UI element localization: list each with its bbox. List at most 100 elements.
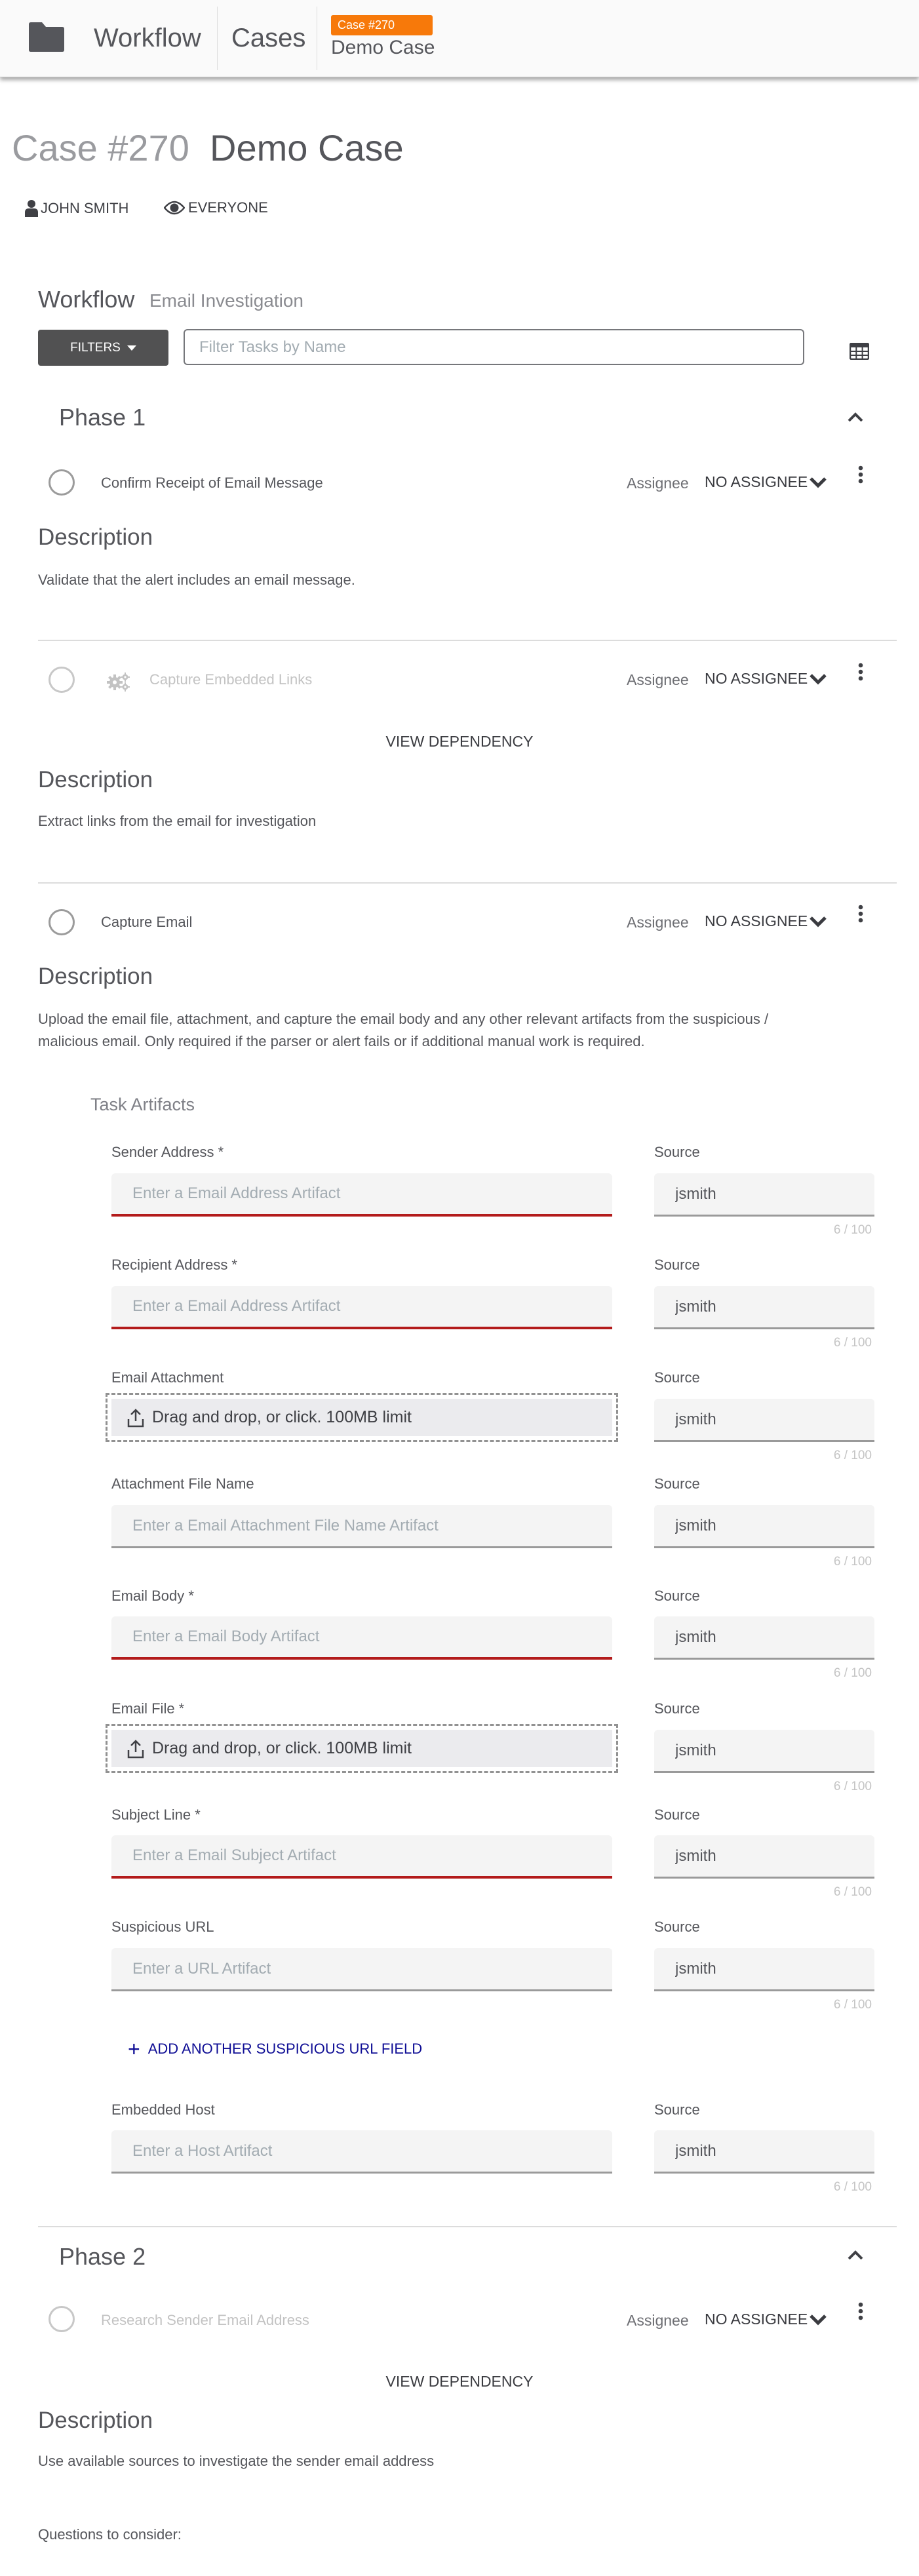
source-input[interactable] xyxy=(654,1616,874,1660)
source-label: Source xyxy=(654,1369,700,1386)
task-name[interactable]: Confirm Receipt of Email Message xyxy=(101,475,323,492)
suspicious-url-label: Suspicious URL xyxy=(111,1919,214,1935)
task-name[interactable]: Research Sender Email Address xyxy=(101,2312,309,2329)
top-navigation-bar: Workflow Cases Case #270 Demo Case xyxy=(0,0,919,77)
upload-icon xyxy=(127,1408,144,1427)
task-description: Extract links from the email for investi… xyxy=(38,813,317,829)
nav-cases-link[interactable]: Cases xyxy=(231,24,305,53)
add-suspicious-url-button[interactable]: + ADD ANOTHER SUSPICIOUS URL FIELD xyxy=(128,2039,422,2059)
source-input[interactable] xyxy=(654,1835,874,1879)
sender-address-label: Sender Address * xyxy=(111,1144,224,1160)
attachment-file-name-label: Attachment File Name xyxy=(111,1475,254,1492)
workflow-name: Email Investigation xyxy=(149,290,304,311)
assignee-value: NO ASSIGNEE xyxy=(705,670,808,687)
suspicious-url-input[interactable] xyxy=(111,1948,612,1991)
task-name[interactable]: Capture Embedded Links xyxy=(149,671,312,688)
case-owner[interactable]: JOHN SMITH xyxy=(25,199,128,218)
assignee-value: NO ASSIGNEE xyxy=(705,912,808,929)
recipient-address-label: Recipient Address * xyxy=(111,1257,237,1273)
phase-divider xyxy=(38,2226,897,2227)
source-input[interactable] xyxy=(654,1948,874,1991)
upload-icon xyxy=(127,1739,144,1758)
view-dependency-label: VIEW DEPENDENCY xyxy=(385,2373,534,2390)
source-input[interactable] xyxy=(654,1399,874,1442)
source-label: Source xyxy=(654,1806,700,1823)
case-number-badge: Case #270 xyxy=(331,15,433,35)
filter-tasks-input[interactable] xyxy=(184,329,804,365)
filters-label: FILTERS xyxy=(70,340,121,355)
eye-icon xyxy=(164,201,185,215)
assignee-label: Assignee xyxy=(627,914,689,931)
more-options-icon[interactable] xyxy=(857,905,864,923)
char-counter: 6 / 100 xyxy=(833,1885,872,1899)
char-counter: 6 / 100 xyxy=(833,1449,872,1462)
char-counter: 6 / 100 xyxy=(833,1780,872,1793)
view-dependency-button[interactable]: VIEW DEPENDENCY xyxy=(0,2373,919,2391)
source-label: Source xyxy=(654,1700,700,1717)
dropzone-text: Drag and drop, or click. 100MB limit xyxy=(152,1739,412,1757)
email-attachment-label: Email Attachment xyxy=(111,1369,224,1386)
embedded-host-input[interactable] xyxy=(111,2130,612,2174)
task-complete-radio[interactable] xyxy=(49,909,75,935)
source-input[interactable] xyxy=(654,1505,874,1548)
subject-line-input[interactable] xyxy=(111,1835,612,1879)
source-input[interactable] xyxy=(654,1730,874,1773)
gears-icon xyxy=(107,673,130,692)
task-description: Validate that the alert includes an emai… xyxy=(38,572,355,588)
phase-2-title: Phase 2 xyxy=(59,2243,146,2270)
phase-1-title: Phase 1 xyxy=(59,404,146,431)
assignee-dropdown[interactable]: NO ASSIGNEE xyxy=(705,2311,827,2328)
source-label: Source xyxy=(654,1144,700,1160)
user-icon xyxy=(25,200,38,217)
task-name[interactable]: Capture Email xyxy=(101,914,192,931)
chevron-up-icon[interactable] xyxy=(848,2250,863,2260)
char-counter: 6 / 100 xyxy=(833,1666,872,1680)
source-label: Source xyxy=(654,2101,700,2118)
sender-address-input[interactable] xyxy=(111,1173,612,1217)
assignee-dropdown[interactable]: NO ASSIGNEE xyxy=(705,473,827,491)
nav-workflow-link[interactable]: Workflow xyxy=(94,24,201,53)
filters-button[interactable]: FILTERS xyxy=(38,330,168,366)
case-number-title: Case #270 xyxy=(12,127,189,168)
case-visibility-label: EVERYONE xyxy=(188,199,268,216)
task-complete-radio[interactable] xyxy=(49,667,75,693)
table-grid-icon[interactable] xyxy=(850,343,869,360)
view-dependency-label: VIEW DEPENDENCY xyxy=(385,733,534,750)
view-dependency-button[interactable]: VIEW DEPENDENCY xyxy=(0,733,919,751)
add-suspicious-url-label: ADD ANOTHER SUSPICIOUS URL FIELD xyxy=(147,2040,423,2057)
source-label: Source xyxy=(654,1588,700,1604)
description-heading: Description xyxy=(38,2408,153,2433)
recipient-address-input[interactable] xyxy=(111,1286,612,1329)
case-name-title: Demo Case xyxy=(210,127,404,168)
char-counter: 6 / 100 xyxy=(833,1223,872,1237)
task-complete-radio[interactable] xyxy=(49,2306,75,2332)
email-body-label: Email Body * xyxy=(111,1588,194,1604)
more-options-icon[interactable] xyxy=(857,2302,864,2320)
more-options-icon[interactable] xyxy=(857,465,864,484)
assignee-value: NO ASSIGNEE xyxy=(705,473,808,490)
assignee-dropdown[interactable]: NO ASSIGNEE xyxy=(705,912,827,930)
chevron-up-icon[interactable] xyxy=(848,412,863,422)
folder-icon[interactable] xyxy=(29,22,64,52)
chevron-down-icon xyxy=(810,673,827,685)
case-visibility[interactable]: EVERYONE xyxy=(164,199,268,216)
description-heading: Description xyxy=(38,767,153,792)
source-input[interactable] xyxy=(654,1286,874,1329)
assignee-label: Assignee xyxy=(627,671,689,688)
more-options-icon[interactable] xyxy=(857,663,864,681)
case-owner-name: JOHN SMITH xyxy=(41,200,129,216)
assignee-dropdown[interactable]: NO ASSIGNEE xyxy=(705,670,827,688)
char-counter: 6 / 100 xyxy=(833,2180,872,2194)
email-body-input[interactable] xyxy=(111,1616,612,1660)
email-attachment-dropzone[interactable]: Drag and drop, or click. 100MB limit xyxy=(106,1393,618,1442)
attachment-file-name-input[interactable] xyxy=(111,1505,612,1548)
nav-divider xyxy=(217,7,218,70)
chevron-down-icon xyxy=(810,916,827,927)
task-artifacts-title: Task Artifacts xyxy=(90,1095,195,1114)
char-counter: 6 / 100 xyxy=(833,1555,872,1569)
task-complete-radio[interactable] xyxy=(49,469,75,496)
source-input[interactable] xyxy=(654,1173,874,1217)
email-file-dropzone[interactable]: Drag and drop, or click. 100MB limit xyxy=(106,1724,618,1773)
email-file-label: Email File * xyxy=(111,1700,185,1717)
source-input[interactable] xyxy=(654,2130,874,2174)
